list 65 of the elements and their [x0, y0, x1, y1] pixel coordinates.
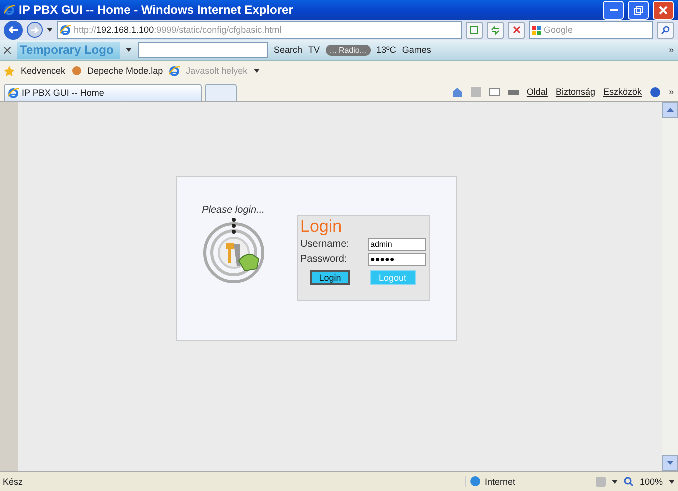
caret-icon[interactable] — [254, 69, 260, 73]
ie-logo-icon — [60, 24, 71, 36]
stop-button[interactable] — [508, 22, 525, 38]
star-icon — [4, 66, 15, 76]
scroll-down-button[interactable] — [662, 455, 678, 471]
command-menu[interactable]: Oldal — [526, 87, 548, 97]
ie-logo-icon — [4, 4, 15, 16]
forward-button[interactable] — [27, 22, 43, 38]
password-label: Password: — [300, 254, 348, 265]
favorite-link[interactable]: Kedvencek — [21, 66, 66, 76]
compatibility-button[interactable] — [466, 22, 483, 38]
toolbar-logo: Temporary Logo — [17, 42, 120, 58]
refresh-button[interactable] — [487, 22, 504, 38]
login-heading: Login — [300, 218, 344, 236]
right-arrow-icon — [31, 26, 39, 34]
restore-button[interactable] — [628, 0, 649, 20]
username-field[interactable]: admin — [368, 238, 426, 251]
ie-logo-icon — [8, 88, 19, 98]
caret-icon[interactable] — [47, 28, 53, 32]
caret-icon[interactable] — [612, 480, 618, 484]
close-icon[interactable] — [4, 46, 11, 54]
search-icon[interactable] — [657, 22, 674, 38]
restore-icon — [634, 6, 643, 14]
down-arrow-icon — [666, 461, 674, 465]
address-field[interactable]: http://192.168.1.100:9999/static/config/cfgbasic.html — [57, 21, 462, 39]
zoom-level[interactable]: 100% — [640, 476, 663, 486]
minimize-button[interactable] — [603, 0, 624, 20]
window-title: IP PBX GUI -- Home - Windows Internet Explorer — [19, 3, 294, 17]
refresh-icon — [491, 26, 500, 34]
command-menu[interactable]: Eszközök — [603, 87, 642, 97]
radio-control[interactable]: ... Radio... — [326, 44, 371, 56]
caret-icon[interactable] — [126, 48, 132, 52]
toolbar-item[interactable]: Games — [402, 45, 432, 55]
close-button[interactable] — [653, 0, 674, 20]
caret-icon[interactable] — [669, 480, 675, 484]
zoom-icon — [624, 476, 634, 486]
login-button[interactable]: Login — [310, 270, 350, 285]
toolbar-item[interactable]: 13ºC — [376, 45, 396, 55]
command-menu[interactable]: Biztonság — [556, 87, 596, 97]
scrollbar-track[interactable] — [662, 102, 678, 471]
browser-tab[interactable]: IP PBX GUI -- Home — [4, 84, 202, 101]
scroll-up-button[interactable] — [662, 102, 678, 118]
favorite-link[interactable]: Depeche Mode.lap — [88, 66, 164, 76]
toolbar-item[interactable]: TV — [308, 45, 320, 55]
security-zone: Internet — [484, 476, 516, 486]
page-icon — [470, 26, 479, 34]
minimize-icon — [610, 9, 618, 11]
ie-logo-icon — [169, 66, 180, 76]
more-chevron[interactable]: » — [668, 45, 674, 55]
close-icon — [659, 6, 668, 14]
username-label: Username: — [300, 239, 350, 250]
login-prompt: Please login... — [202, 205, 265, 216]
more-chevron[interactable]: » — [668, 87, 674, 97]
google-logo-icon — [532, 26, 541, 34]
mail-icon[interactable] — [488, 88, 500, 96]
toolbar-search-field[interactable] — [138, 42, 268, 58]
stop-icon — [512, 26, 520, 34]
home-icon[interactable] — [452, 86, 463, 98]
status-text: Kész — [3, 476, 24, 486]
toolbar-item[interactable]: Search — [274, 45, 303, 55]
password-field[interactable]: ●●●●● — [368, 253, 426, 266]
back-button[interactable] — [4, 20, 23, 40]
up-arrow-icon — [666, 108, 674, 112]
left-arrow-icon — [9, 26, 18, 34]
keys-hand-icon — [200, 217, 266, 283]
